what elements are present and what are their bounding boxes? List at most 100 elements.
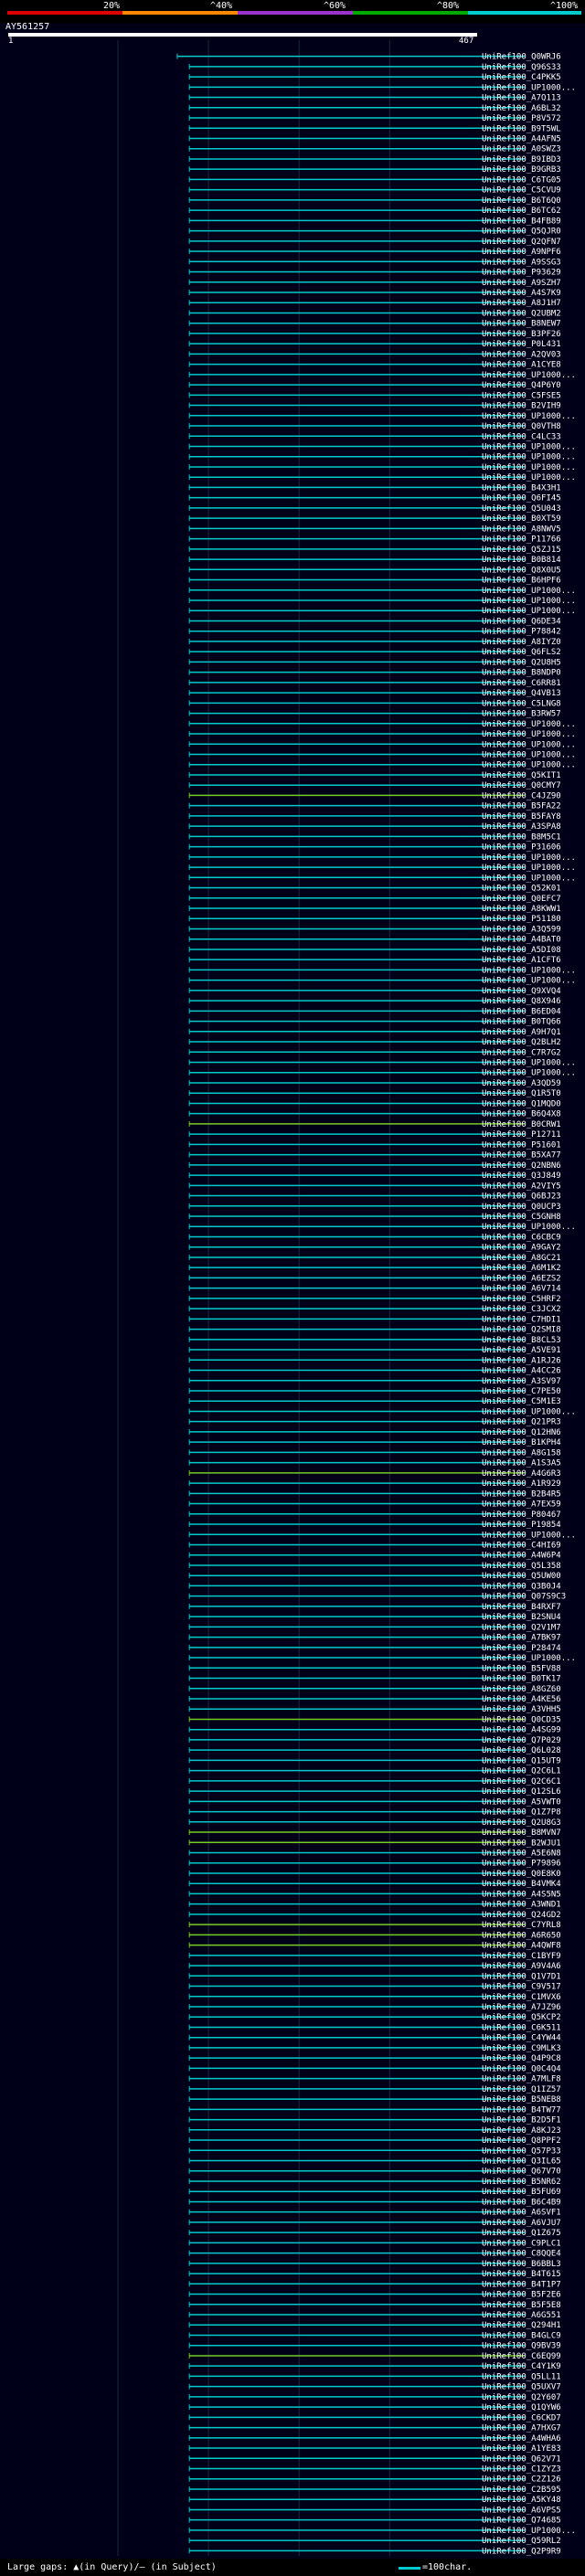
hit-label[interactable]: UniRef100_Q2V1M7: [482, 1623, 561, 1632]
hit-label[interactable]: UniRef100_C5HRF2: [482, 1295, 561, 1304]
hit-label[interactable]: UniRef100_C2Z126: [482, 2475, 561, 2485]
hit-label[interactable]: UniRef100_Q57P33: [482, 2147, 561, 2156]
hit-label[interactable]: UniRef100_A3Q599: [482, 925, 561, 934]
hit-label[interactable]: UniRef100_Q8PPF2: [482, 2136, 561, 2146]
hit-label[interactable]: UniRef100_UP1000...: [482, 864, 576, 873]
hit-label[interactable]: UniRef100_P51180: [482, 915, 561, 924]
hit-label[interactable]: UniRef100_Q0CD35: [482, 1715, 561, 1724]
hit-label[interactable]: UniRef100_B5NEB8: [482, 2095, 561, 2104]
hit-label[interactable]: UniRef100_Q0CMY7: [482, 781, 561, 790]
hit-label[interactable]: UniRef100_Q2BLH2: [482, 1038, 561, 1047]
hit-label[interactable]: UniRef100_A8G158: [482, 1448, 561, 1458]
hit-label[interactable]: UniRef100_B5XA77: [482, 1151, 561, 1161]
hit-label[interactable]: UniRef100_UP1000...: [482, 1059, 576, 1068]
hit-label[interactable]: UniRef100_Q5KCP2: [482, 2013, 561, 2022]
hit-label[interactable]: UniRef100_Q6L028: [482, 1746, 561, 1755]
hit-label[interactable]: UniRef100_Q12HN6: [482, 1428, 561, 1437]
hit-label[interactable]: UniRef100_A3SV97: [482, 1377, 561, 1386]
hit-label[interactable]: UniRef100_Q4P6Y0: [482, 381, 561, 390]
hit-label[interactable]: UniRef100_C7PE50: [482, 1387, 561, 1396]
hit-label[interactable]: UniRef100_B6BBL3: [482, 2260, 561, 2269]
hit-label[interactable]: UniRef100_C7HDI1: [482, 1315, 561, 1324]
hit-label[interactable]: UniRef100_C4LC33: [482, 432, 561, 441]
hit-label[interactable]: UniRef100_B6T6Q0: [482, 196, 561, 206]
hit-label[interactable]: UniRef100_Q8X946: [482, 997, 561, 1006]
hit-label[interactable]: UniRef100_A7JZ96: [482, 2003, 561, 2012]
hit-label[interactable]: UniRef100_UP1000...: [482, 442, 576, 451]
hit-label[interactable]: UniRef100_Q5KIT1: [482, 771, 561, 780]
hit-label[interactable]: UniRef100_A5E6N8: [482, 1849, 561, 1858]
hit-label[interactable]: UniRef100_Q2U8G3: [482, 1818, 561, 1828]
hit-label[interactable]: UniRef100_P28474: [482, 1644, 561, 1653]
hit-label[interactable]: UniRef100_B0CRW1: [482, 1120, 561, 1129]
hit-label[interactable]: UniRef100_A3VHH5: [482, 1705, 561, 1714]
hit-label[interactable]: UniRef100_Q59RL2: [482, 2537, 561, 2546]
hit-label[interactable]: UniRef100_UP1000...: [482, 371, 576, 380]
hit-label[interactable]: UniRef100_Q1Z675: [482, 2229, 561, 2238]
hit-label[interactable]: UniRef100_Q294H1: [482, 2321, 561, 2330]
hit-label[interactable]: UniRef100_Q2P9R9: [482, 2547, 561, 2556]
hit-label[interactable]: UniRef100_B8MVN7: [482, 1829, 561, 1838]
hit-label[interactable]: UniRef100_Q5L358: [482, 1562, 561, 1571]
hit-label[interactable]: UniRef100_UP1000...: [482, 473, 576, 482]
hit-label[interactable]: UniRef100_Q0E8K0: [482, 1870, 561, 1879]
hit-label[interactable]: UniRef100_B9IBD3: [482, 155, 561, 164]
hit-label[interactable]: UniRef100_Q07S9C3: [482, 1593, 566, 1602]
hit-label[interactable]: UniRef100_P19854: [482, 1521, 561, 1530]
hit-label[interactable]: UniRef100_C5M1E3: [482, 1397, 561, 1406]
hit-label[interactable]: UniRef100_C4PKK5: [482, 73, 561, 82]
hit-label[interactable]: UniRef100_B2D5F1: [482, 2116, 561, 2125]
hit-label[interactable]: UniRef100_B2B4R5: [482, 1489, 561, 1499]
hit-label[interactable]: UniRef100_P80467: [482, 1511, 561, 1520]
hit-label[interactable]: UniRef100_B5FU69: [482, 2188, 561, 2197]
hit-label[interactable]: UniRef100_UP1000...: [482, 751, 576, 760]
hit-label[interactable]: UniRef100_B0B814: [482, 556, 561, 565]
hit-label[interactable]: UniRef100_A7BK97: [482, 1634, 561, 1643]
hit-label[interactable]: UniRef100_A6VPS5: [482, 2506, 561, 2515]
hit-label[interactable]: UniRef100_A4QWF8: [482, 1942, 561, 1951]
hit-label[interactable]: UniRef100_UP1000...: [482, 587, 576, 596]
hit-label[interactable]: UniRef100_Q0UCP3: [482, 1203, 561, 1212]
hit-label[interactable]: UniRef100_UP1000...: [482, 1223, 576, 1232]
hit-label[interactable]: UniRef100_Q0C4Q4: [482, 2064, 561, 2073]
hit-label[interactable]: UniRef100_Q96S33: [482, 63, 561, 72]
hit-label[interactable]: UniRef100_B5F2E6: [482, 2291, 561, 2300]
hit-label[interactable]: UniRef100_UP1000...: [482, 2527, 576, 2536]
hit-label[interactable]: UniRef100_Q5UW00: [482, 1572, 561, 1581]
hit-label[interactable]: UniRef100_A3SPA8: [482, 822, 561, 832]
hit-label[interactable]: UniRef100_A8KJ23: [482, 2126, 561, 2136]
hit-label[interactable]: UniRef100_C9PLC1: [482, 2239, 561, 2248]
hit-label[interactable]: UniRef100_A5VWT0: [482, 1797, 561, 1807]
hit-label[interactable]: UniRef100_C1BYF9: [482, 1952, 561, 1961]
hit-label[interactable]: UniRef100_B4X3H1: [482, 483, 561, 493]
hit-label[interactable]: UniRef100_Q6BJ23: [482, 1193, 561, 1202]
hit-label[interactable]: UniRef100_A8J1H7: [482, 299, 561, 308]
hit-label[interactable]: UniRef100_UP1000...: [482, 874, 576, 883]
hit-label[interactable]: UniRef100_UP1000...: [482, 412, 576, 421]
hit-label[interactable]: UniRef100_Q1V7D1: [482, 1972, 561, 1981]
hit-label[interactable]: UniRef100_C9V517: [482, 1983, 561, 1992]
hit-label[interactable]: UniRef100_A6EZS2: [482, 1274, 561, 1283]
hit-label[interactable]: UniRef100_Q2SMI8: [482, 1326, 561, 1335]
hit-label[interactable]: UniRef100_UP1000...: [482, 597, 576, 606]
hit-label[interactable]: UniRef100_A3QD59: [482, 1079, 561, 1088]
hit-label[interactable]: UniRef100_Q0EFC7: [482, 895, 561, 904]
hit-label[interactable]: UniRef100_Q6DE34: [482, 617, 561, 626]
hit-label[interactable]: UniRef100_Q2C6C1: [482, 1777, 561, 1786]
hit-label[interactable]: UniRef100_C6K511: [482, 2023, 561, 2032]
hit-label[interactable]: UniRef100_A7HXG7: [482, 2424, 561, 2433]
hit-label[interactable]: UniRef100_Q8X0U5: [482, 566, 561, 575]
hit-label[interactable]: UniRef100_C9MLK3: [482, 2044, 561, 2053]
hit-label[interactable]: UniRef100_P8V572: [482, 114, 561, 123]
hit-label[interactable]: UniRef100_C5GNH8: [482, 1213, 561, 1222]
hit-label[interactable]: UniRef100_A4AFN5: [482, 134, 561, 143]
hit-label[interactable]: UniRef100_C6RR81: [482, 679, 561, 688]
hit-label[interactable]: UniRef100_A8GC21: [482, 1254, 561, 1263]
hit-label[interactable]: UniRef100_C6TG05: [482, 175, 561, 185]
hit-label[interactable]: UniRef100_A4CC26: [482, 1367, 561, 1376]
hit-label[interactable]: UniRef100_Q2UBM2: [482, 309, 561, 318]
hit-label[interactable]: UniRef100_Q1MQD0: [482, 1099, 561, 1108]
hit-label[interactable]: UniRef100_B0TQ66: [482, 1018, 561, 1027]
hit-label[interactable]: UniRef100_A7Q113: [482, 94, 561, 103]
hit-label[interactable]: UniRef100_P79896: [482, 1860, 561, 1869]
